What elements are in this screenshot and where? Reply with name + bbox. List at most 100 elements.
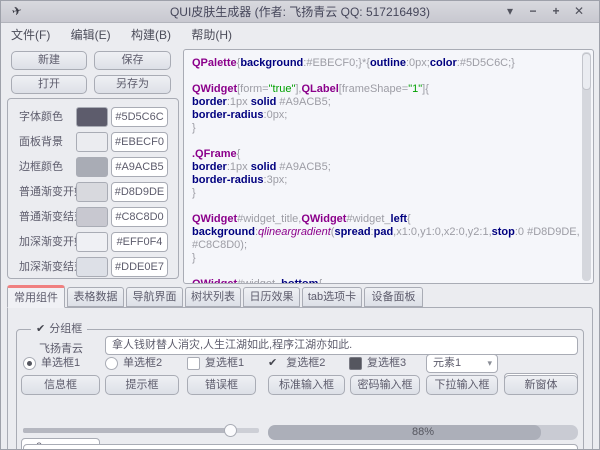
tab-nav-ui[interactable]: 导航界面 (126, 287, 183, 307)
tab-table-data[interactable]: 表格数据 (67, 287, 124, 307)
checkbox-1[interactable]: 复选框1 (187, 357, 244, 370)
color-value-input[interactable]: #A9ACB5 (111, 157, 168, 177)
stylesheet-code-editor[interactable]: QPalette{background:#EBECF0;}*{outline:0… (183, 49, 594, 284)
color-value-input[interactable]: #EBECF0 (111, 132, 168, 152)
code-line: #C8C8D0); (192, 239, 579, 252)
save-button-label: 保存 (95, 52, 170, 69)
button-label: 下拉输入框 (427, 376, 497, 394)
groupbox-title-checkbox[interactable]: ✔ 分组框 (31, 322, 87, 336)
menu-item-file[interactable]: 文件(F) (4, 23, 57, 43)
tab-common-widgets[interactable]: 常用组件 (7, 285, 65, 308)
radio-2[interactable]: 单选框2 (105, 357, 162, 370)
checkbox-2[interactable]: ✔复选框2 (268, 357, 325, 370)
code-line: border-radius:3px; (192, 174, 579, 187)
maximize-button[interactable]: + (547, 2, 565, 21)
code-line: .QFrame{ (192, 148, 579, 161)
slider-fill (23, 428, 231, 433)
code-line: border:1px solid #A9ACB5; (192, 96, 579, 109)
code-line (192, 135, 579, 148)
tab-tree-list[interactable]: 树状列表 (185, 287, 241, 307)
tab-calendar[interactable]: 日历效果 (243, 287, 300, 307)
code-line: } (192, 252, 579, 265)
groupbox-title-label: 分组框 (49, 323, 82, 335)
color-swatch[interactable] (76, 232, 108, 252)
new-window-button[interactable]: 新窗体 (504, 375, 578, 395)
progress-label: 88% (268, 425, 578, 440)
editor-scrollbar[interactable] (582, 52, 591, 281)
button-label: 新窗体 (505, 376, 577, 394)
button-label: 信息框 (22, 376, 99, 394)
dropdown-input-button[interactable]: 下拉输入框 (426, 375, 498, 395)
editor-scrollbar-thumb[interactable] (582, 53, 591, 90)
code-line: } (192, 122, 579, 135)
bottom-text-box[interactable]: 拿人钱财替人消灾,人生江湖如此,程序江湖亦如此. (23, 444, 578, 450)
color-value-input[interactable]: #DDE0E7 (111, 257, 168, 277)
tip-dialog-button[interactable]: 提示框 (105, 375, 179, 395)
tab-device-panel[interactable]: 设备面板 (364, 287, 423, 307)
code-line: background:qlineargradient(spread:pad,x1… (192, 226, 579, 239)
checkbox-1-label: 复选框1 (205, 357, 244, 370)
code-content: QPalette{background:#EBECF0;}*{outline:0… (192, 57, 579, 284)
color-swatch[interactable] (76, 132, 108, 152)
info-dialog-button[interactable]: 信息框 (21, 375, 100, 395)
menu-item-help[interactable]: 帮助(H) (184, 23, 239, 43)
password-input-button[interactable]: 密码输入框 (350, 375, 420, 395)
color-value-input[interactable]: #C8C8D0 (111, 207, 168, 227)
standard-input-button[interactable]: 标准输入框 (268, 375, 345, 395)
color-swatch[interactable] (76, 157, 108, 177)
color-swatch[interactable] (76, 182, 108, 202)
checkbox-3[interactable]: 复选框3 (349, 357, 406, 370)
author-label: 飞扬青云 (39, 340, 83, 356)
chevron-down-icon: ▾ (487, 355, 492, 372)
color-swatch[interactable] (76, 107, 108, 127)
minimize-button[interactable]: − (524, 2, 542, 21)
color-swatch[interactable] (76, 207, 108, 227)
error-dialog-button[interactable]: 错误框 (187, 375, 256, 395)
color-value-input[interactable]: #D8D9DE (111, 182, 168, 202)
color-value-input[interactable]: #5D5C6C (111, 107, 168, 127)
new-button[interactable]: 新建 (11, 51, 87, 70)
checkmark-icon: ✔ (36, 323, 45, 335)
combobox-1[interactable]: 元素1 ▾ (426, 354, 498, 373)
radio-1-label: 单选框1 (41, 357, 80, 370)
color-row-label: 面板背景 (19, 132, 63, 152)
menu-bar: 文件(F) 编辑(E) 构建(B) 帮助(H) (1, 23, 599, 44)
author-input[interactable]: 拿人钱财替人消灾,人生江湖如此,程序江湖亦如此. (105, 336, 578, 355)
code-line (192, 70, 579, 83)
tab-tab-widget[interactable]: tab选项卡 (302, 287, 362, 307)
code-line: QWidget#widget_title,QWidget#widget_left… (192, 213, 579, 226)
app-window: ✈ QUI皮肤生成器 (作者: 飞扬青云 QQ: 517216493) ▾ − … (0, 0, 600, 450)
code-line: QPalette{background:#EBECF0;}*{outline:0… (192, 57, 579, 70)
code-line: QWidget#widget_bottom{ (192, 278, 579, 284)
menu-item-build[interactable]: 构建(B) (124, 23, 178, 43)
open-button[interactable]: 打开 (11, 75, 87, 94)
slider-handle[interactable] (224, 424, 237, 437)
new-button-label: 新建 (12, 52, 86, 69)
close-button[interactable]: ✕ (570, 2, 588, 21)
button-label: 提示框 (106, 376, 178, 394)
color-value-input[interactable]: #EFF0F4 (111, 232, 168, 252)
color-row-label: 边框颜色 (19, 157, 63, 177)
save-as-button-label: 另存为 (95, 76, 170, 93)
code-line: border:1px solid #A9ACB5; (192, 161, 579, 174)
checkbox-2-label: 复选框2 (286, 357, 325, 370)
code-line (192, 200, 579, 213)
code-line: border-radius:0px; (192, 109, 579, 122)
radio-2-label: 单选框2 (123, 357, 162, 370)
combobox-1-value: 元素1 (433, 357, 461, 369)
horizontal-slider[interactable] (23, 428, 259, 433)
code-line: QWidget[form="true"],QLabel[frameShape="… (192, 83, 579, 96)
code-line (192, 265, 579, 278)
titlebar-menu-button[interactable]: ▾ (501, 2, 519, 21)
save-as-button[interactable]: 另存为 (94, 75, 171, 94)
title-bar: ✈ QUI皮肤生成器 (作者: 飞扬青云 QQ: 517216493) ▾ − … (1, 1, 599, 23)
menu-item-edit[interactable]: 编辑(E) (64, 23, 118, 43)
button-label: 标准输入框 (269, 376, 344, 394)
radio-off-icon (105, 357, 118, 370)
radio-on-icon (23, 357, 36, 370)
open-button-label: 打开 (12, 76, 86, 93)
radio-1[interactable]: 单选框1 (23, 357, 80, 370)
save-button[interactable]: 保存 (94, 51, 171, 70)
color-swatch[interactable] (76, 257, 108, 277)
checkbox-partial-icon (349, 357, 362, 370)
